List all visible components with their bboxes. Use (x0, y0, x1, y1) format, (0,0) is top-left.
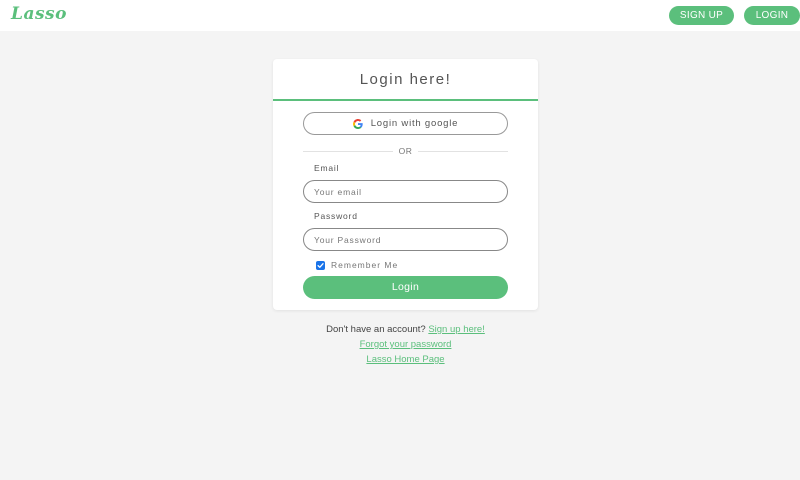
password-field[interactable] (303, 228, 508, 251)
forgot-password-row: Forgot your password (273, 339, 538, 350)
home-page-link[interactable]: Lasso Home Page (366, 354, 444, 365)
login-title: Login here! (273, 59, 538, 101)
remember-me-row: Remember Me (316, 259, 398, 271)
signup-prompt: Don't have an account? Sign up here! (273, 324, 538, 335)
lasso-logo[interactable]: Lasso (11, 4, 67, 24)
or-divider: OR (303, 146, 508, 156)
login-card: Login here! Login with google OR Email P… (273, 59, 538, 310)
email-field[interactable] (303, 180, 508, 203)
signup-link[interactable]: Sign up here! (428, 324, 485, 335)
login-submit-button[interactable]: Login (303, 276, 508, 299)
home-page-row: Lasso Home Page (273, 354, 538, 365)
no-account-text: Don't have an account? (326, 324, 426, 335)
remember-me-checkbox[interactable] (316, 260, 325, 270)
top-navbar: Lasso SIGN UP LOGIN (0, 0, 800, 31)
forgot-password-link[interactable]: Forgot your password (360, 339, 452, 350)
login-nav-button[interactable]: LOGIN (744, 6, 800, 25)
password-label: Password (314, 211, 358, 221)
google-icon (352, 118, 363, 129)
google-login-label: Login with google (370, 118, 459, 129)
email-label: Email (314, 163, 340, 173)
divider-line-right (418, 151, 508, 152)
checkmark-icon (317, 262, 324, 268)
google-login-button[interactable]: Login with google (303, 112, 508, 135)
remember-me-label[interactable]: Remember Me (331, 260, 398, 270)
signup-nav-button[interactable]: SIGN UP (669, 6, 734, 25)
